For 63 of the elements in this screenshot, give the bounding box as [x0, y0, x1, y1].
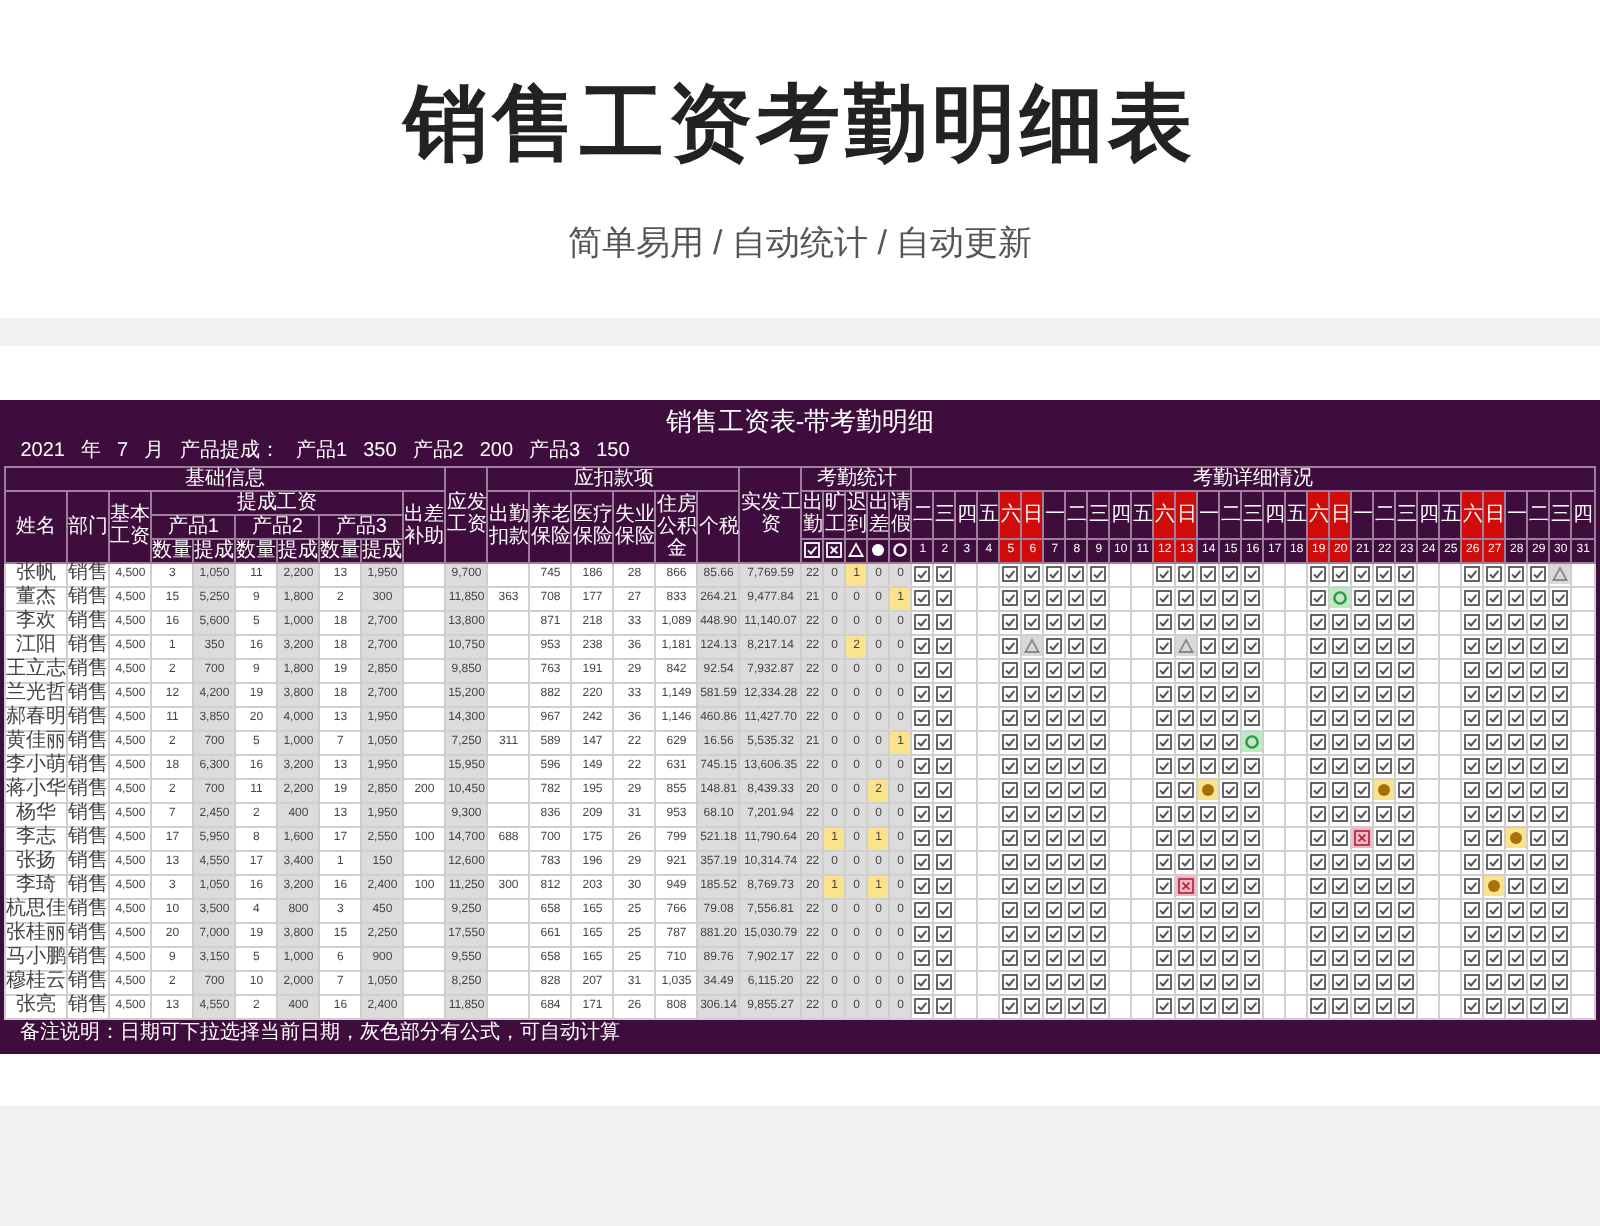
footnote: 备注说明：日期可下拉选择当前日期，灰色部分有公式，可自动计算 [18, 1019, 623, 1047]
table-cell: 江阳 [5, 634, 68, 658]
table-cell: 李琦 [5, 874, 68, 898]
commission-rate: 200 [479, 437, 514, 465]
table-cell: 马小鹏 [5, 946, 68, 970]
circle-icon [1242, 732, 1263, 752]
commission-rate: 350 [363, 437, 397, 465]
column-header: 姓名 [5, 490, 68, 562]
year-value: 2021 [20, 437, 65, 465]
product-name: 产品2 [412, 437, 464, 465]
sheet-title: 销售工资表-带考勤明细 [663, 403, 937, 437]
table-cell: 郝春明 [5, 706, 68, 730]
triangle-icon [846, 539, 867, 560]
page-title: 销售工资考勤明细表 [404, 74, 1196, 174]
dot-icon [1374, 780, 1395, 800]
month-value: 7 [116, 437, 129, 465]
year-unit: 年 [80, 437, 101, 465]
table-cell: 兰光哲 [5, 682, 68, 706]
column-header: 住房公积金 [655, 490, 698, 562]
column-group-header: 考勤详细情况 [911, 466, 1595, 490]
table-cell: 张帆 [5, 562, 68, 586]
commission-label: 产品提成： [180, 437, 281, 465]
table-cell: 蒋小华 [5, 778, 68, 802]
cross-box-icon [1352, 828, 1373, 848]
table-cell: 穆桂云 [5, 970, 68, 994]
column-header: 出勤扣款 [487, 490, 530, 562]
table-cell: 董杰 [5, 586, 68, 610]
table-cell: 李志 [5, 826, 68, 850]
column-header: 出差补助 [403, 490, 446, 562]
product-name: 产品3 [529, 437, 581, 465]
column-header: 个税 [697, 490, 740, 562]
column-group-header: 考勤统计 [801, 466, 912, 490]
table-cell: 李欢 [5, 610, 68, 634]
column-header: 实发工资 [739, 466, 802, 562]
table-cell: 王立志 [5, 658, 68, 682]
circle-icon [1330, 588, 1351, 608]
column-header: 应发工资 [445, 466, 488, 562]
table-cell: 黄佳丽 [5, 730, 68, 754]
cross-box-icon [1176, 876, 1197, 896]
table-cell: 张桂丽 [5, 922, 68, 946]
circle-icon [890, 539, 911, 560]
table-cell: 杭思佳 [5, 898, 68, 922]
cross-box-icon [824, 539, 845, 560]
column-header: 部门 [67, 490, 110, 562]
column-header: 医疗保险 [571, 490, 614, 562]
table-cell: 杨华 [5, 802, 68, 826]
month-unit: 月 [144, 437, 165, 465]
table-cell: 李小萌 [5, 754, 68, 778]
dot-icon [868, 539, 889, 560]
dot-icon [1484, 876, 1505, 896]
commission-rate: 150 [596, 437, 630, 465]
page-subtitle: 简单易用 / 自动统计 / 自动更新 [567, 222, 1033, 266]
dot-icon [1506, 828, 1527, 848]
column-group-header: 应扣款项 [487, 466, 740, 490]
product-name: 产品1 [296, 437, 348, 465]
column-group-header: 提成工资 [151, 490, 404, 514]
column-header: 基本工资 [109, 490, 152, 562]
table-cell: 张扬 [5, 850, 68, 874]
dot-icon [1198, 780, 1219, 800]
column-header: 失业保险 [613, 490, 656, 562]
column-header: 养老保险 [529, 490, 572, 562]
column-group-header: 基础信息 [5, 466, 446, 490]
table-cell: 张亮 [5, 994, 68, 1018]
